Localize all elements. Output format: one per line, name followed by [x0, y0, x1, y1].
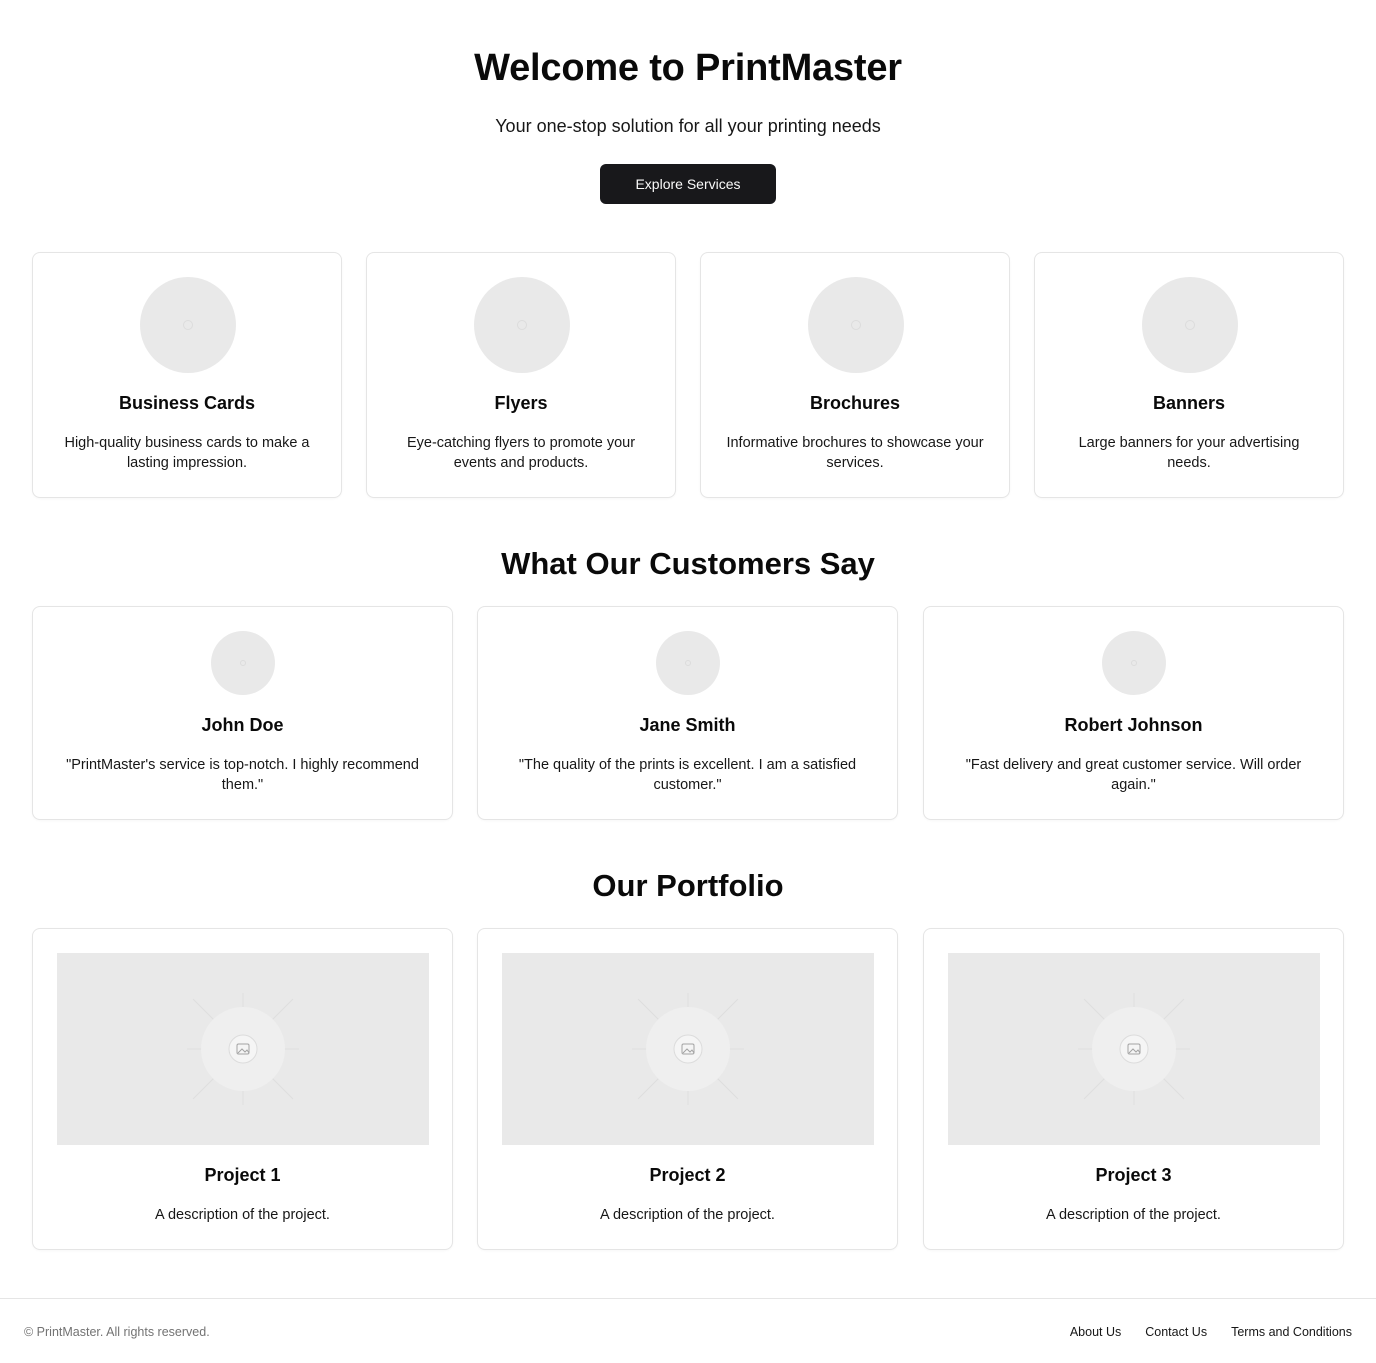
- footer-link-about-us[interactable]: About Us: [1070, 1323, 1121, 1341]
- project-title: Project 1: [204, 1165, 281, 1185]
- service-title: Business Cards: [118, 393, 256, 413]
- testimonial-card: Jane Smith "The quality of the prints is…: [477, 606, 898, 820]
- service-card-banners: Banners Large banners for your advertisi…: [1034, 252, 1344, 498]
- portfolio-heading: Our Portfolio: [592, 868, 784, 903]
- image-placeholder-icon: [1142, 277, 1238, 373]
- service-card-business-cards: Business Cards High-quality business car…: [32, 252, 342, 498]
- image-placeholder-icon: [57, 953, 429, 1145]
- image-placeholder-icon: [140, 277, 236, 373]
- service-card-brochures: Brochures Informative brochures to showc…: [700, 252, 1010, 498]
- project-description: A description of the project.: [155, 1207, 330, 1223]
- hero-title: Welcome to PrintMaster: [474, 47, 902, 89]
- testimonial-card: Robert Johnson "Fast delivery and great …: [923, 606, 1344, 820]
- project-title: Project 3: [1095, 1165, 1172, 1185]
- customer-name: Robert Johnson: [1064, 715, 1203, 735]
- customer-name: John Doe: [201, 715, 284, 735]
- footer: © PrintMaster. All rights reserved. Abou…: [0, 1298, 1376, 1363]
- portfolio-card: Project 1 A description of the project.: [32, 928, 453, 1250]
- service-description: Informative brochures to showcase your s…: [726, 435, 984, 471]
- service-description: High-quality business cards to make a la…: [64, 435, 310, 471]
- portfolio-card: Project 3 A description of the project.: [923, 928, 1344, 1250]
- service-title: Brochures: [809, 393, 901, 413]
- service-description: Large banners for your advertising needs…: [1078, 435, 1300, 471]
- hero-subtitle: Your one-stop solution for all your prin…: [495, 116, 881, 136]
- footer-nav: About Us Contact Us Terms and Conditions: [1070, 1323, 1352, 1341]
- service-card-flyers: Flyers Eye-catching flyers to promote yo…: [366, 252, 676, 498]
- project-description: A description of the project.: [600, 1207, 775, 1223]
- avatar: [1102, 631, 1166, 695]
- copyright-text: © PrintMaster. All rights reserved.: [24, 1325, 210, 1339]
- image-placeholder-icon: [808, 277, 904, 373]
- testimonials-heading: What Our Customers Say: [501, 546, 875, 581]
- customer-quote: "PrintMaster's service is top-notch. I h…: [66, 757, 419, 793]
- explore-services-button[interactable]: Explore Services: [600, 164, 776, 204]
- image-placeholder-icon: [502, 953, 874, 1145]
- customer-name: Jane Smith: [639, 715, 736, 735]
- project-description: A description of the project.: [1046, 1207, 1221, 1223]
- service-title: Banners: [1152, 393, 1226, 413]
- project-title: Project 2: [649, 1165, 726, 1185]
- customer-quote: "The quality of the prints is excellent.…: [518, 757, 857, 793]
- portfolio-card: Project 2 A description of the project.: [477, 928, 898, 1250]
- service-description: Eye-catching flyers to promote your even…: [406, 435, 636, 471]
- image-placeholder-icon: [948, 953, 1320, 1145]
- service-title: Flyers: [494, 393, 548, 413]
- avatar: [656, 631, 720, 695]
- footer-link-terms[interactable]: Terms and Conditions: [1231, 1323, 1352, 1341]
- testimonial-card: John Doe "PrintMaster's service is top-n…: [32, 606, 453, 820]
- customer-quote: "Fast delivery and great customer servic…: [965, 757, 1302, 793]
- footer-link-contact-us[interactable]: Contact Us: [1145, 1323, 1207, 1341]
- avatar: [211, 631, 275, 695]
- image-placeholder-icon: [474, 277, 570, 373]
